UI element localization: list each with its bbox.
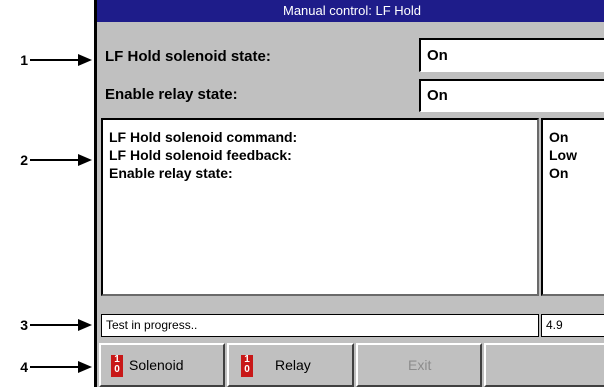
callout-number: 2 <box>20 152 28 168</box>
callout-number: 3 <box>20 317 28 333</box>
callout-1: 1 <box>0 50 96 70</box>
callout-3: 3 <box>0 315 96 335</box>
status-message: Test in progress.. <box>101 314 539 337</box>
relay-button[interactable]: 10 Relay <box>227 343 354 387</box>
toggle-1-0-icon: 10 <box>111 355 123 377</box>
toggle-1-0-icon: 10 <box>241 355 253 377</box>
detail-label: Enable relay state: <box>109 165 233 181</box>
arrow-right-icon <box>30 154 92 166</box>
arrow-right-icon <box>30 54 92 66</box>
detail-labels-panel: LF Hold solenoid command: LF Hold soleno… <box>101 118 539 296</box>
exit-button[interactable]: Exit <box>356 343 482 387</box>
solenoid-state-value: On <box>419 38 604 72</box>
detail-value: On <box>549 165 569 181</box>
arrow-right-icon <box>30 319 92 331</box>
callout-number: 4 <box>20 359 28 375</box>
arrow-right-icon <box>30 361 92 373</box>
status-value: 4.9 <box>541 314 604 337</box>
callout-number: 1 <box>20 52 28 68</box>
detail-label: LF Hold solenoid feedback: <box>109 147 292 163</box>
enable-relay-state-value: On <box>419 79 604 112</box>
exit-button-label: Exit <box>408 357 432 373</box>
solenoid-button[interactable]: 10 Solenoid <box>99 343 225 387</box>
solenoid-state-label: LF Hold solenoid state: <box>105 48 271 65</box>
detail-values-panel: On Low On <box>541 118 604 296</box>
manual-control-window: Manual control: LF Hold LF Hold solenoid… <box>94 0 604 387</box>
solenoid-button-label: Solenoid <box>129 357 184 373</box>
relay-button-label: Relay <box>275 357 311 373</box>
detail-label: LF Hold solenoid command: <box>109 129 298 145</box>
blank-button[interactable] <box>484 343 604 387</box>
detail-value: On <box>549 129 569 145</box>
callout-4: 4 <box>0 357 96 377</box>
window-title: Manual control: LF Hold <box>97 0 604 22</box>
enable-relay-state-label: Enable relay state: <box>105 86 238 103</box>
detail-value: Low <box>549 147 577 163</box>
callout-2: 2 <box>0 150 96 170</box>
